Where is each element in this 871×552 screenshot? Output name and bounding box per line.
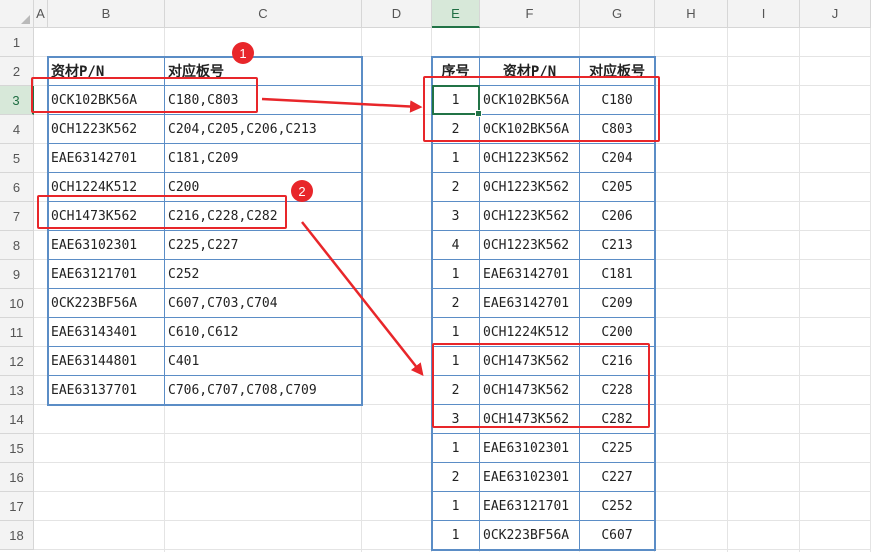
arrow-1 xyxy=(261,97,423,113)
annotation-arrows xyxy=(261,97,424,376)
arrow-2 xyxy=(301,221,424,376)
